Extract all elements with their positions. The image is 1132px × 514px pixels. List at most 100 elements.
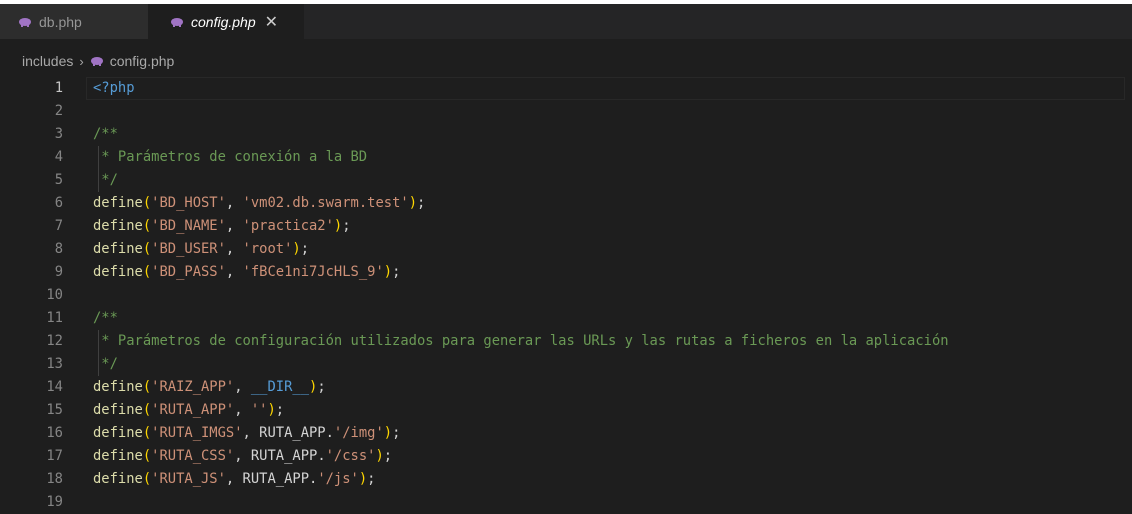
code-line[interactable]: 3 /**	[0, 123, 1132, 146]
code-token: * Parámetros de configuración utilizados…	[93, 333, 949, 349]
breadcrumb-file[interactable]: config.php	[110, 53, 175, 69]
close-icon[interactable]: ✕	[265, 12, 278, 32]
line-number: 5	[54, 172, 63, 188]
code-token: */	[93, 356, 118, 372]
code-token: define	[93, 241, 143, 257]
code-text: define('BD_USER', 'root');	[93, 238, 309, 261]
code-line[interactable]: 15 define('RUTA_APP', '');	[0, 399, 1132, 422]
code-token: ,	[225, 241, 243, 257]
code-line[interactable]: 9 define('BD_PASS', 'fBCe1ni7JcHLS_9');	[0, 261, 1132, 284]
breadcrumb-separator-icon: ›	[79, 53, 84, 69]
tab-label: db.php	[39, 13, 82, 30]
code-token: ,	[225, 264, 243, 280]
line-number: 16	[46, 425, 63, 441]
code-token: ,	[225, 218, 243, 234]
code-token: 'BD_USER'	[151, 241, 226, 257]
code-line[interactable]: 13 */	[0, 353, 1132, 376]
code-token: '/img'	[333, 425, 384, 441]
code-token: ;	[275, 402, 285, 418]
code-line[interactable]: 4 * Parámetros de conexión a la BD	[0, 146, 1132, 169]
code-token: .	[325, 425, 334, 441]
line-number: 1	[54, 80, 63, 96]
code-token: (	[142, 425, 152, 441]
line-number: 9	[54, 264, 63, 280]
code-token: 'BD_PASS'	[151, 264, 226, 280]
code-line[interactable]: 14 define('RAIZ_APP', __DIR__);	[0, 376, 1132, 399]
line-number: 14	[46, 379, 63, 395]
code-text: /**	[93, 123, 118, 146]
code-token: 'BD_NAME'	[151, 218, 226, 234]
code-token: ,	[234, 379, 251, 395]
code-token: )	[375, 448, 384, 464]
code-token: ;	[367, 471, 376, 487]
code-token: (	[142, 241, 152, 257]
code-token: ;	[317, 379, 326, 395]
php-elephant-icon	[170, 17, 184, 27]
code-token: ;	[342, 218, 351, 234]
line-number: 18	[46, 471, 63, 487]
code-text: define('RUTA_JS', RUTA_APP.'/js');	[93, 468, 375, 491]
code-token: define	[93, 379, 143, 395]
code-token: * Parámetros de conexión a la BD	[93, 149, 368, 165]
code-token: 'RUTA_JS'	[151, 471, 226, 487]
code-token: (	[142, 402, 152, 418]
code-token: ;	[417, 195, 426, 211]
code-token: )	[358, 471, 368, 487]
code-line[interactable]: 11 /**	[0, 307, 1132, 330]
code-line[interactable]: 8 define('BD_USER', 'root');	[0, 238, 1132, 261]
code-line[interactable]: 12 * Parámetros de configuración utiliza…	[0, 330, 1132, 353]
code-line[interactable]: 17 define('RUTA_CSS', RUTA_APP.'/css');	[0, 445, 1132, 468]
code-token: .	[317, 448, 326, 464]
line-number: 7	[54, 218, 63, 234]
code-text: define('RUTA_CSS', RUTA_APP.'/css');	[93, 445, 392, 468]
code-text: define('BD_PASS', 'fBCe1ni7JcHLS_9');	[93, 261, 400, 284]
code-token: '/css'	[325, 448, 376, 464]
code-token: ;	[383, 448, 393, 464]
code-token: ,	[234, 402, 251, 418]
line-number: 11	[46, 310, 63, 326]
line-number: 2	[54, 103, 63, 119]
editor-tab-bar: db.php config.php ✕	[0, 4, 1132, 39]
code-token: define	[93, 195, 143, 211]
code-text: * Parámetros de conexión a la BD	[93, 146, 367, 169]
code-token: __DIR__	[250, 379, 310, 395]
code-text: define('RUTA_IMGS', RUTA_APP.'/img');	[93, 422, 400, 445]
code-token: 'vm02.db.swarm.test'	[242, 195, 409, 211]
code-token: )	[333, 218, 343, 234]
code-line[interactable]: 16 define('RUTA_IMGS', RUTA_APP.'/img');	[0, 422, 1132, 445]
code-text: <?php	[93, 77, 135, 100]
line-number: 17	[46, 448, 63, 464]
breadcrumb: includes › config.php	[0, 50, 174, 72]
code-text: define('RAIZ_APP', __DIR__);	[93, 376, 326, 399]
code-editor[interactable]: 1 <?php 2 3 /** 4 * Parámetros de conexión a …	[0, 77, 1132, 514]
code-token: define	[93, 264, 143, 280]
code-token: ,	[225, 195, 243, 211]
code-token: 'RUTA_CSS'	[151, 448, 235, 464]
code-line[interactable]: 10	[0, 284, 1132, 307]
tab-db-php[interactable]: db.php	[0, 4, 148, 39]
code-text: */	[93, 353, 118, 376]
code-token: RUTA_APP	[250, 448, 318, 464]
code-token: )	[292, 241, 301, 257]
code-token: ;	[392, 425, 401, 441]
tab-label: config.php	[191, 13, 256, 30]
code-line[interactable]: 5 */	[0, 169, 1132, 192]
code-token: */	[93, 172, 118, 188]
code-token: 'RUTA_IMGS'	[151, 425, 243, 441]
code-line[interactable]: 18 define('RUTA_JS', RUTA_APP.'/js');	[0, 468, 1132, 491]
code-line[interactable]: 6 define('BD_HOST', 'vm02.db.swarm.test')…	[0, 192, 1132, 215]
indent-guide	[98, 330, 99, 376]
code-token: )	[383, 425, 393, 441]
code-token: RUTA_APP	[259, 425, 326, 441]
code-token: ,	[234, 448, 251, 464]
breadcrumb-folder[interactable]: includes	[22, 53, 73, 69]
code-line[interactable]: 7 define('BD_NAME', 'practica2');	[0, 215, 1132, 238]
line-number: 6	[54, 195, 63, 211]
code-line[interactable]: 1 <?php	[0, 77, 1132, 100]
code-token: define	[93, 218, 143, 234]
code-text: define('BD_HOST', 'vm02.db.swarm.test');	[93, 192, 425, 215]
tab-config-php[interactable]: config.php ✕	[148, 4, 304, 39]
code-line[interactable]: 19	[0, 491, 1132, 514]
code-line[interactable]: 2	[0, 100, 1132, 123]
code-token: define	[93, 402, 143, 418]
